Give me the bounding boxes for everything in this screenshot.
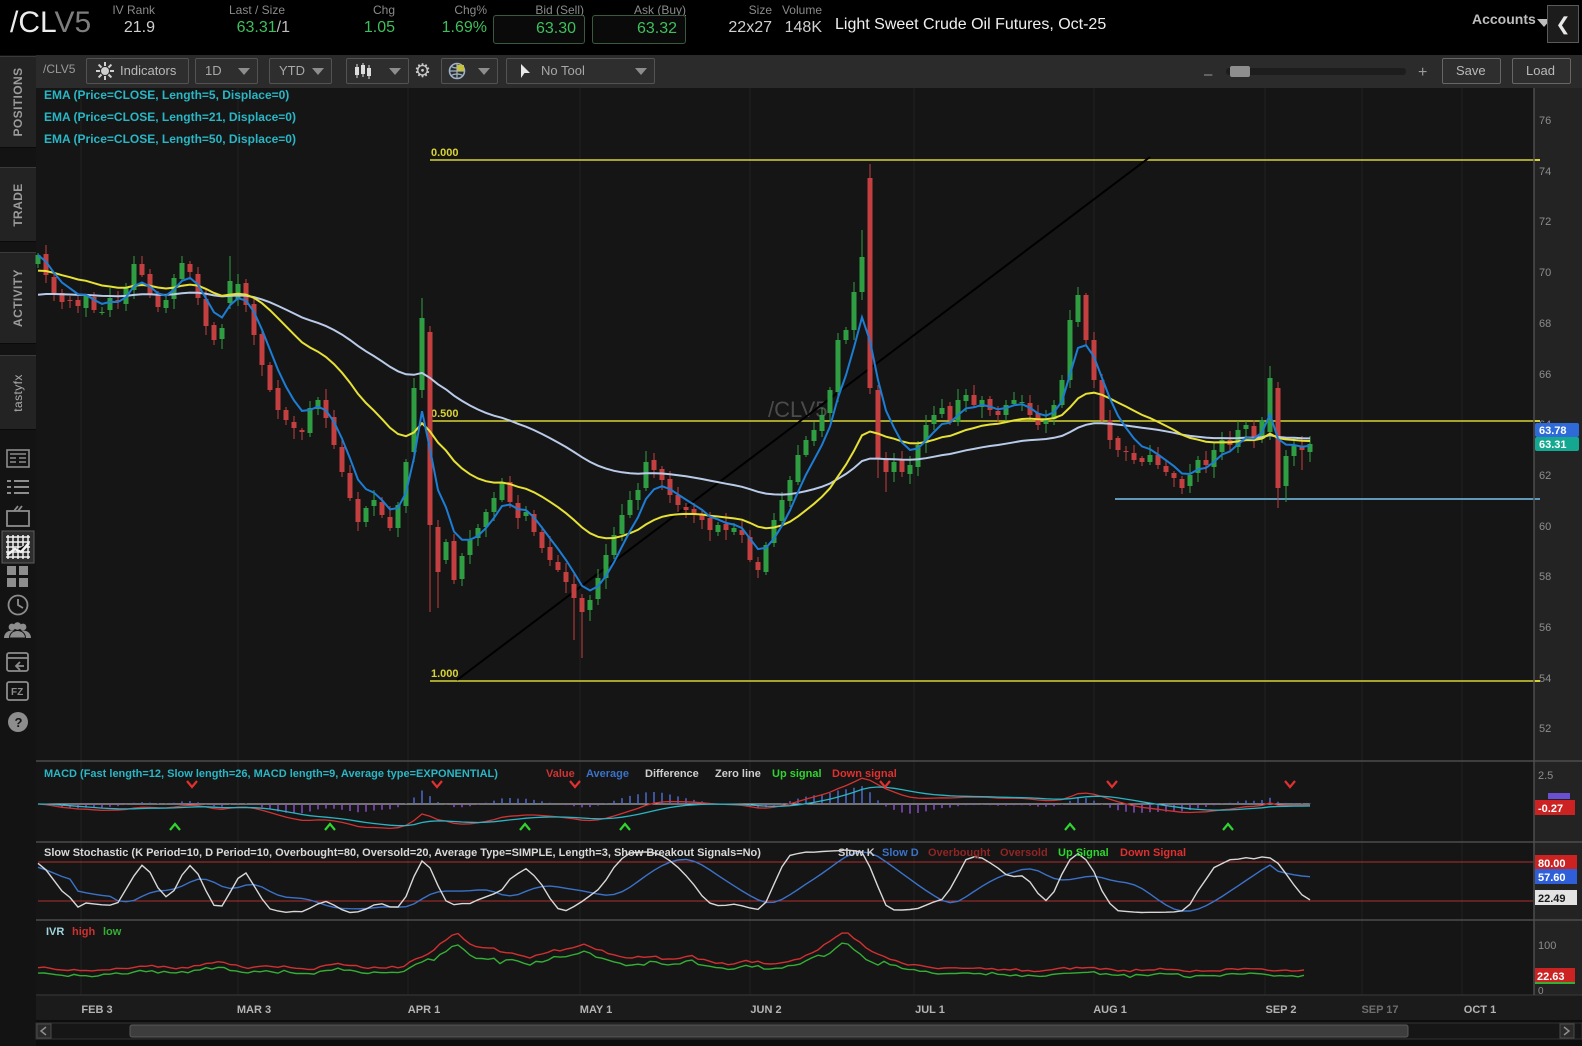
svg-text:56: 56 bbox=[1539, 622, 1551, 634]
svg-text:low: low bbox=[103, 926, 122, 938]
svg-text:Up Signal: Up Signal bbox=[1058, 847, 1109, 859]
svg-text:22.63: 22.63 bbox=[1537, 971, 1565, 983]
svg-text:52: 52 bbox=[1539, 723, 1551, 735]
svg-text:high: high bbox=[72, 926, 95, 938]
svg-text:Overbought: Overbought bbox=[928, 847, 991, 859]
svg-text:70: 70 bbox=[1539, 267, 1551, 279]
svg-text:76: 76 bbox=[1539, 115, 1551, 127]
svg-text:1.000: 1.000 bbox=[431, 668, 459, 680]
svg-text:AUG 1: AUG 1 bbox=[1093, 1004, 1127, 1016]
svg-text:EMA (Price=CLOSE, Length=5, Di: EMA (Price=CLOSE, Length=5, Displace=0) bbox=[44, 88, 289, 102]
svg-text:63.78: 63.78 bbox=[1539, 425, 1567, 437]
svg-text:63.31: 63.31 bbox=[1539, 439, 1567, 451]
svg-text:Down signal: Down signal bbox=[832, 768, 897, 780]
svg-text:Down Signal: Down Signal bbox=[1120, 847, 1186, 859]
svg-text:JUN 2: JUN 2 bbox=[750, 1004, 781, 1016]
svg-text:Up signal: Up signal bbox=[772, 768, 822, 780]
svg-text:MAR 3: MAR 3 bbox=[237, 1004, 271, 1016]
svg-text:72: 72 bbox=[1539, 216, 1551, 228]
svg-text:Slow Stochastic (K Period=10,: Slow Stochastic (K Period=10, D Period=1… bbox=[44, 847, 761, 859]
svg-text:Average: Average bbox=[586, 768, 629, 780]
svg-text:Zero line: Zero line bbox=[715, 768, 761, 780]
svg-text:60: 60 bbox=[1539, 521, 1551, 533]
svg-text:0.000: 0.000 bbox=[431, 147, 459, 159]
svg-text:62: 62 bbox=[1539, 470, 1551, 482]
svg-text:22.49: 22.49 bbox=[1538, 893, 1566, 905]
svg-text:100: 100 bbox=[1538, 940, 1556, 952]
svg-text:SEP 17: SEP 17 bbox=[1361, 1004, 1398, 1016]
svg-text:Value: Value bbox=[546, 768, 575, 780]
svg-text:66: 66 bbox=[1539, 369, 1551, 381]
svg-text:Slow D: Slow D bbox=[882, 847, 919, 859]
svg-text:IVR: IVR bbox=[46, 926, 64, 938]
svg-text:58: 58 bbox=[1539, 571, 1551, 583]
svg-text:OCT 1: OCT 1 bbox=[1464, 1004, 1496, 1016]
svg-text:SEP 2: SEP 2 bbox=[1266, 1004, 1297, 1016]
svg-text:57.60: 57.60 bbox=[1538, 872, 1566, 884]
svg-text:JUL 1: JUL 1 bbox=[915, 1004, 945, 1016]
svg-text:APR 1: APR 1 bbox=[408, 1004, 440, 1016]
svg-text:68: 68 bbox=[1539, 318, 1551, 330]
svg-text:EMA (Price=CLOSE, Length=21, D: EMA (Price=CLOSE, Length=21, Displace=0) bbox=[44, 110, 296, 124]
svg-text:0.500: 0.500 bbox=[431, 408, 459, 420]
svg-text:/CLV5: /CLV5 bbox=[768, 397, 828, 422]
svg-text:80.00: 80.00 bbox=[1538, 858, 1566, 870]
svg-text:Difference: Difference bbox=[645, 768, 699, 780]
svg-text:MACD (Fast length=12, Slow len: MACD (Fast length=12, Slow length=26, MA… bbox=[44, 768, 498, 780]
svg-text:-0.27: -0.27 bbox=[1538, 803, 1563, 815]
svg-text:Oversold: Oversold bbox=[1000, 847, 1048, 859]
svg-text:MAY 1: MAY 1 bbox=[580, 1004, 612, 1016]
svg-text:Slow K: Slow K bbox=[838, 847, 875, 859]
svg-text:EMA (Price=CLOSE, Length=50, D: EMA (Price=CLOSE, Length=50, Displace=0) bbox=[44, 132, 296, 146]
svg-text:2.5: 2.5 bbox=[1538, 770, 1553, 782]
svg-text:74: 74 bbox=[1539, 166, 1551, 178]
svg-text:54: 54 bbox=[1539, 673, 1551, 685]
svg-text:FEB 3: FEB 3 bbox=[81, 1004, 112, 1016]
